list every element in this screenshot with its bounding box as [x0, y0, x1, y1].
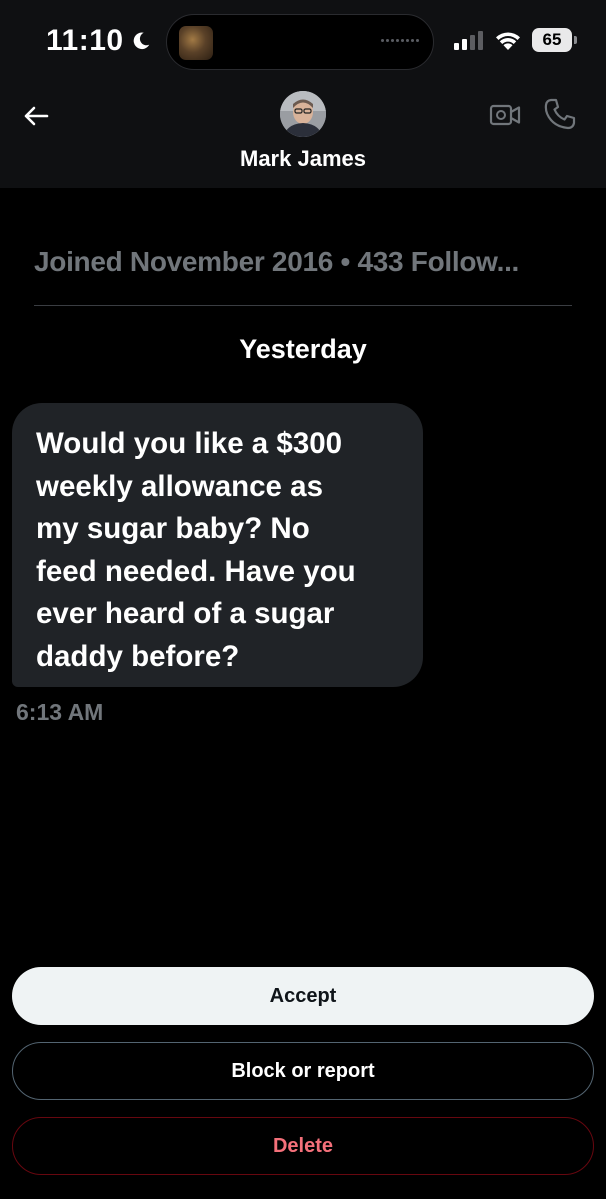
- message-timestamp: 6:13 AM: [16, 699, 104, 725]
- status-bar: 11:10 65: [0, 0, 606, 84]
- phone-icon: [544, 98, 576, 130]
- battery-level: 65: [542, 30, 562, 49]
- profile-info[interactable]: Joined November 2016 • 433 Follow...: [34, 246, 574, 278]
- status-time: 11:10: [46, 24, 124, 57]
- delete-button-label: Delete: [272, 1134, 334, 1157]
- back-button[interactable]: [18, 98, 54, 134]
- status-time-group: 11:10: [46, 24, 152, 58]
- conversation-header: Mark James: [0, 84, 606, 188]
- contact-name[interactable]: Mark James: [0, 146, 606, 172]
- divider: [34, 305, 572, 306]
- contact-avatar[interactable]: [280, 91, 326, 137]
- message-text: Would you like a $300 weekly allowance a…: [36, 427, 356, 673]
- delete-button[interactable]: Delete: [12, 1117, 594, 1175]
- avatar-photo: [280, 91, 326, 137]
- cellular-signal-icon: [454, 31, 483, 50]
- waveform-icon: [381, 39, 419, 42]
- arrow-left-icon: [24, 106, 49, 126]
- video-call-button[interactable]: [488, 98, 522, 132]
- accept-button[interactable]: Accept: [12, 967, 594, 1025]
- moon-icon: [133, 32, 149, 50]
- block-or-report-label: Block or report: [231, 1059, 375, 1082]
- voice-call-button[interactable]: [542, 96, 578, 132]
- status-indicators: 65: [454, 28, 577, 52]
- battery-indicator: 65: [532, 28, 577, 52]
- block-or-report-button[interactable]: Block or report: [12, 1042, 594, 1100]
- received-message-bubble[interactable]: Would you like a $300 weekly allowance a…: [12, 403, 423, 687]
- wifi-icon: [496, 32, 520, 50]
- date-separator: Yesterday: [239, 334, 367, 364]
- dynamic-island: [166, 14, 434, 70]
- now-playing-artwork: [179, 26, 213, 60]
- accept-button-label: Accept: [269, 984, 337, 1007]
- video-camera-icon: [489, 104, 521, 126]
